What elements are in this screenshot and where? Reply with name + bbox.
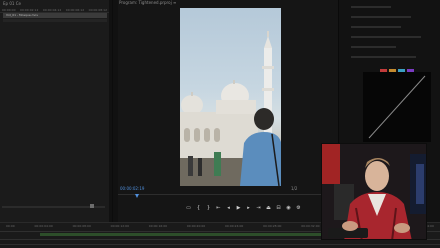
webcam-overlay <box>321 143 427 240</box>
step-back-icon[interactable]: ◂ <box>226 205 231 211</box>
curves-preview[interactable] <box>363 72 431 142</box>
panel-row[interactable] <box>351 26 401 28</box>
source-panel-title: Ep 01 Ce <box>3 1 21 6</box>
go-to-in-icon[interactable]: ⇤ <box>216 205 221 211</box>
source-clip-track[interactable] <box>3 19 107 22</box>
timeline-tick: 00:00:04:00 <box>34 224 53 228</box>
source-panel: Ep 01 Ce 00:00:00 00:00:02:12 00:00:04:1… <box>0 0 113 222</box>
panel-row[interactable] <box>351 6 391 8</box>
timeline-tick: 00:00:12:00 <box>110 224 129 228</box>
lift-icon[interactable]: ⏏ <box>266 205 271 211</box>
transport-controls: ▭ { } ⇤ ◂ ▶ ▸ ⇥ ⏏ ⊟ ◉ ⚙ <box>186 204 301 212</box>
timeline-track-line <box>0 244 440 245</box>
go-to-out-icon[interactable]: ⇥ <box>256 205 261 211</box>
ruler-tick: 00:00:02:12 <box>20 8 39 12</box>
timeline-tick: 00:00:20:00 <box>186 224 206 228</box>
playhead-marker[interactable] <box>135 194 139 198</box>
timeline-tick: 00:00:28:00 <box>263 224 282 228</box>
marker-icon[interactable]: ▭ <box>186 205 191 211</box>
program-resolution-select[interactable]: 1/2 <box>291 186 297 191</box>
settings-icon[interactable]: ⚙ <box>296 205 301 211</box>
mosque-scene-image <box>180 31 281 186</box>
program-timecode[interactable]: 00:00:02:19 <box>120 186 144 191</box>
source-clip[interactable]: Vid_01 - Mosque.mov <box>3 13 107 18</box>
timeline-tick: 00:00:08:00 <box>72 224 91 228</box>
source-scrub-handle[interactable] <box>90 204 94 208</box>
panel-row[interactable] <box>351 46 396 48</box>
timeline-tick: 00:00 <box>6 224 15 228</box>
panel-row[interactable] <box>351 56 416 58</box>
out-point-icon[interactable]: } <box>206 205 211 211</box>
ruler-tick: 00:00:08:12 <box>88 8 107 12</box>
ruler-tick: 00:00:00 <box>2 8 16 12</box>
step-forward-icon[interactable]: ▸ <box>246 205 251 211</box>
curve-line-graphic <box>368 75 426 139</box>
export-frame-icon[interactable]: ◉ <box>286 205 291 211</box>
ruler-tick: 00:00:06:12 <box>65 8 85 12</box>
webcam-presenter-image <box>322 144 426 239</box>
panel-divider[interactable] <box>109 0 112 222</box>
panel-row[interactable] <box>351 16 411 18</box>
program-monitor-title[interactable]: Program: Tightened.prproj ≡ <box>119 0 176 5</box>
panel-row[interactable] <box>351 36 421 38</box>
play-icon[interactable]: ▶ <box>236 205 241 211</box>
in-point-icon[interactable]: { <box>196 205 201 211</box>
timeline-tick: 00:00:24:00 <box>225 224 244 228</box>
extract-icon[interactable]: ⊟ <box>276 205 281 211</box>
timeline-tick: 00:00:16:00 <box>148 224 168 228</box>
ruler-tick: 00:00:04:12 <box>42 8 62 12</box>
program-time-ruler[interactable] <box>118 194 330 200</box>
timeline-tick: 00:00:32:00 <box>301 224 320 228</box>
video-frame[interactable] <box>180 8 281 186</box>
